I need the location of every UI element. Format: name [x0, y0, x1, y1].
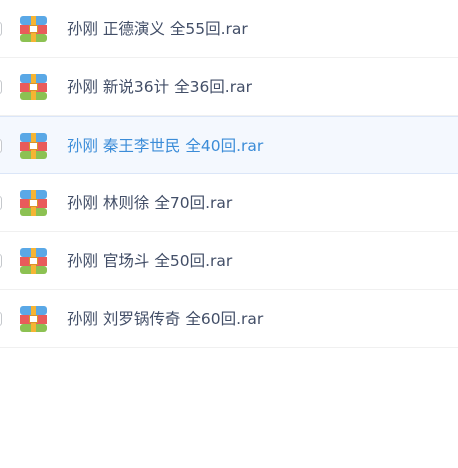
file-row[interactable]: 孙刚 刘罗锅传奇 全60回.rar — [0, 290, 458, 348]
row-checkbox[interactable] — [0, 254, 2, 268]
row-checkbox[interactable] — [0, 80, 2, 94]
file-name[interactable]: 孙刚 官场斗 全50回.rar — [67, 251, 232, 271]
row-checkbox[interactable] — [0, 22, 2, 36]
file-row[interactable]: 孙刚 林则徐 全70回.rar — [0, 174, 458, 232]
file-name[interactable]: 孙刚 正德演义 全55回.rar — [67, 19, 248, 39]
file-name[interactable]: 孙刚 刘罗锅传奇 全60回.rar — [67, 309, 263, 329]
archive-icon — [20, 16, 47, 42]
archive-icon — [20, 133, 47, 159]
file-name[interactable]: 孙刚 新说36计 全36回.rar — [67, 77, 252, 97]
row-checkbox[interactable] — [0, 312, 2, 326]
file-row-selected[interactable]: 孙刚 秦王李世民 全40回.rar — [0, 116, 458, 174]
row-checkbox[interactable] — [0, 139, 2, 153]
file-name[interactable]: 孙刚 林则徐 全70回.rar — [67, 193, 232, 213]
file-name[interactable]: 孙刚 秦王李世民 全40回.rar — [67, 136, 263, 156]
file-row[interactable]: 孙刚 新说36计 全36回.rar — [0, 58, 458, 116]
archive-icon — [20, 306, 47, 332]
archive-icon — [20, 248, 47, 274]
file-row[interactable]: 孙刚 官场斗 全50回.rar — [0, 232, 458, 290]
archive-icon — [20, 190, 47, 216]
file-list: 孙刚 正德演义 全55回.rar 孙刚 新说36计 全36回.rar 孙刚 秦王… — [0, 0, 458, 348]
file-row[interactable]: 孙刚 正德演义 全55回.rar — [0, 0, 458, 58]
archive-icon — [20, 74, 47, 100]
row-checkbox[interactable] — [0, 196, 2, 210]
